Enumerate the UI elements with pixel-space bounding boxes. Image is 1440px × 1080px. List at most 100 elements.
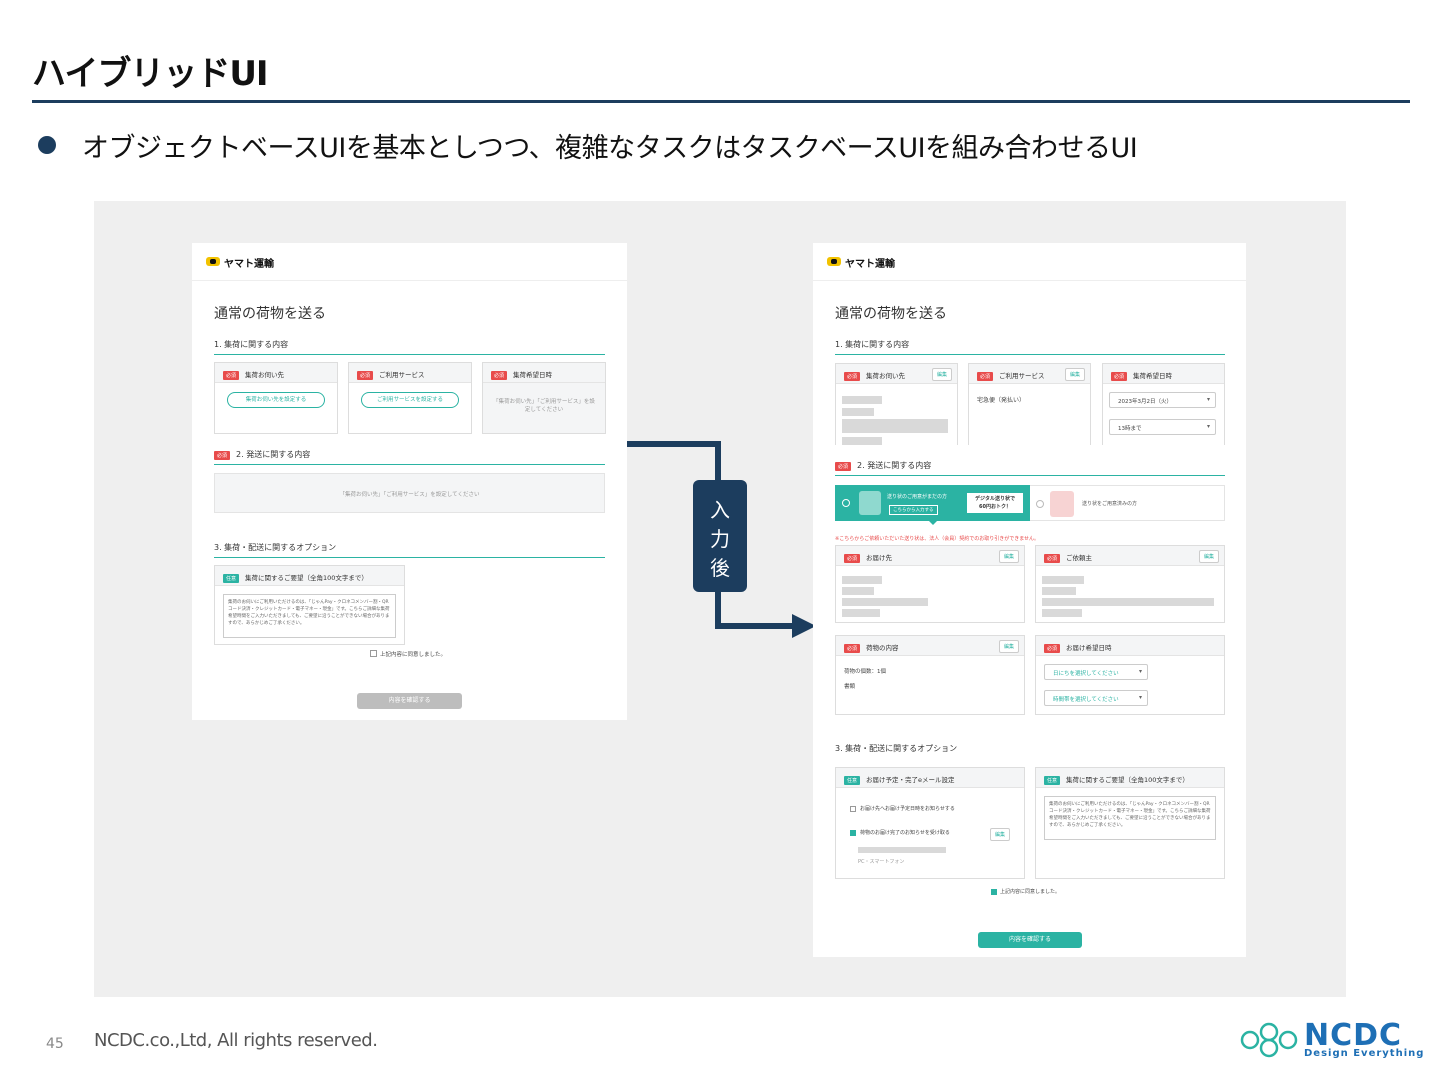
card-date: 必須集荷希望日時 2023年3月2日（火） 13時まで: [1102, 363, 1225, 445]
notify-device: PC・スマートフォン: [858, 859, 905, 865]
card-date-disabled: 必須 集荷希望日時 「集荷お伺い先」「ご利用サービス」を設定してください: [482, 362, 606, 434]
redacted-bar: [842, 408, 874, 416]
request-textarea[interactable]: 集荷のお伺いにご利用いただけるのは、「じゃんPay・クロネコメンバー割・QRコー…: [1044, 796, 1216, 840]
redacted-bar: [1042, 598, 1214, 606]
bullet-text: オブジェクトベースUIを基本としつつ、複雑なタスクはタスクベースUIを組み合わせ…: [82, 133, 1138, 164]
option-title: 送り状をご用意済みの方: [1082, 501, 1138, 507]
goods-count: 荷物の個数：1個: [844, 669, 886, 675]
required-tag: 必須: [835, 462, 852, 471]
service-value: 宅急便（発払い）: [977, 397, 1026, 404]
card-title: 集荷に関するご要望（全角100文字まで）: [245, 574, 368, 582]
slip-ready-illustration-icon: [1050, 491, 1074, 517]
redacted-bar: [842, 598, 928, 606]
card-goods: 必須 荷物の内容 編集 荷物の個数：1個 書類: [835, 635, 1025, 715]
page-title: 通常の荷物を送る: [835, 306, 947, 322]
after-screen: ヤマト運輸 通常の荷物を送る 1. 集荷に関する内容 必須 集荷お伺い先 編集 必須…: [813, 243, 1246, 957]
card-title: 集荷お伺い先: [245, 371, 285, 379]
bullet-dot-icon: [38, 136, 56, 154]
pickup-time-select[interactable]: 13時まで: [1109, 419, 1216, 435]
notify-label-1: お届け先へお届け予定日時をお知らせする: [860, 806, 955, 812]
card-title: ご依頼主: [1066, 554, 1093, 562]
card-service: 必須 ご利用サービス ご利用サービスを設定する: [348, 362, 472, 434]
arrow-label: 入力後: [710, 498, 730, 580]
redacted-bar: [858, 847, 946, 853]
notice-text: ※こちらからご依頼いただいた送り状は、法人（会員）契約でのお取り引きができません…: [835, 536, 1040, 542]
optional-tag: 任意: [844, 776, 861, 785]
page-number: 45: [46, 1036, 64, 1052]
section-2-placeholder: 「集荷お伺い先」「ご利用サービス」を設定してください: [214, 473, 605, 513]
optional-tag: 任意: [1044, 776, 1061, 785]
edit-button[interactable]: 編集: [989, 828, 1010, 841]
option-has-slip[interactable]: 送り状をご用意済みの方: [1030, 485, 1225, 521]
required-tag: 必須: [844, 554, 861, 563]
site-header: ヤマト運輸: [192, 243, 627, 281]
agree-label: 上記内容に同意しました。: [1000, 889, 1061, 895]
request-textarea[interactable]: 集荷のお伺いにご利用いただけるのは、「じゃんPay・クロネコメンバー割・QRコー…: [223, 594, 396, 638]
notify-label-2: 荷物のお届け完了のお知らせを受け取る: [860, 830, 950, 836]
required-tag: 必須: [357, 371, 374, 380]
before-screen: ヤマト運輸 通常の荷物を送る 1. 集荷に関する内容 必須 集荷お伺い先 集荷お伺…: [192, 243, 627, 720]
pointer-caret-icon: [928, 520, 938, 525]
confirm-button-disabled[interactable]: 内容を確認する: [357, 693, 462, 709]
card-email-notify: 任意 お届け予定・完了eメール設定 お届け先へお届け予定日時をお知らせする 荷物の…: [835, 767, 1025, 879]
set-service-button[interactable]: ご利用サービスを設定する: [361, 392, 459, 408]
card-pickup: 必須 集荷お伺い先 集荷お伺い先を設定する: [214, 362, 338, 434]
card-title: お届け先: [866, 554, 893, 562]
edit-button[interactable]: 編集: [1198, 550, 1219, 563]
required-tag: 必須: [1044, 644, 1061, 653]
section-2-hint: 「集荷お伺い先」「ご利用サービス」を設定してください: [339, 492, 480, 498]
promo-line-2: 60円おトク！: [979, 504, 1011, 510]
pickup-date-select[interactable]: 2023年3月2日（火）: [1109, 392, 1216, 408]
agree-checkbox-checked[interactable]: [991, 889, 997, 895]
required-tag: 必須: [491, 371, 508, 380]
edit-button[interactable]: 編集: [931, 368, 952, 381]
card-title: 集荷お伺い先: [866, 372, 906, 380]
ncdc-logo-icon: [1240, 1022, 1298, 1058]
delivery-time-select[interactable]: 時間帯を選択してください: [1044, 690, 1148, 706]
edit-button[interactable]: 編集: [998, 640, 1019, 653]
card-request: 任意 集荷に関するご要望（全角100文字まで） 集荷のお伺いにご利用いただけるのは…: [214, 565, 405, 645]
delivery-date-select[interactable]: 日にちを選択してください: [1044, 664, 1148, 680]
set-pickup-button[interactable]: 集荷お伺い先を設定する: [227, 392, 325, 408]
title-underline: [32, 100, 1410, 103]
redacted-bar: [842, 396, 882, 404]
card-destination: 必須 お届け先 編集: [835, 545, 1025, 623]
card-sender: 必須 ご依頼主 編集: [1035, 545, 1225, 623]
slide-title: ハイブリッドUI: [32, 54, 269, 94]
required-tag: 必須: [844, 644, 861, 653]
card-title: 集荷希望日時: [1133, 372, 1173, 380]
redacted-bar: [1042, 587, 1076, 595]
confirm-button[interactable]: 内容を確認する: [978, 932, 1082, 948]
card-service: 必須 ご利用サービス 編集 宅急便（発払い）: [968, 363, 1091, 445]
required-tag: 必須: [1044, 554, 1061, 563]
radio-selected-icon: [842, 499, 850, 507]
option-title: 送り状のご用意がまだの方: [887, 494, 948, 500]
redacted-bar: [842, 419, 948, 433]
section-3-title: 3. 集荷・配送に関するオプション: [835, 744, 958, 753]
edit-button[interactable]: 編集: [998, 550, 1019, 563]
required-tag: 必須: [844, 372, 861, 381]
radio-unselected-icon: [1036, 500, 1044, 508]
copyright: NCDC.co.,Ltd, All rights reserved.: [94, 1030, 378, 1051]
edit-button[interactable]: 編集: [1064, 368, 1085, 381]
option-no-slip[interactable]: 送り状のご用意がまだの方 こちらから入力する デジタル送り状で 60円おトク！: [835, 485, 1030, 525]
site-header: ヤマト運輸: [813, 243, 1246, 281]
agree-checkbox[interactable]: [370, 650, 377, 657]
notify-checkbox-2-checked[interactable]: [850, 830, 856, 836]
optional-tag: 任意: [223, 574, 240, 583]
card-title: 集荷に関するご要望（全角100文字まで）: [1066, 776, 1189, 784]
section-1-title: 1. 集荷に関する内容: [214, 339, 605, 355]
goods-type: 書類: [844, 684, 856, 690]
brand-tagline: Design Everything: [1304, 1048, 1425, 1059]
section-2-label: 2. 発送に関する内容: [236, 450, 311, 459]
option-subtitle: こちらから入力する: [889, 505, 938, 515]
required-tag: 必須: [1111, 372, 1128, 381]
redacted-bar: [842, 587, 874, 595]
redacted-bar: [1042, 609, 1082, 617]
card-title: ご利用サービス: [379, 371, 425, 379]
section-1-title: 1. 集荷に関する内容: [835, 339, 1225, 355]
card-delivery-date: 必須お届け希望日時 日にちを選択してください 時間帯を選択してください: [1035, 635, 1225, 715]
card-title: お届け予定・完了eメール設定: [866, 776, 955, 784]
notify-checkbox-1[interactable]: [850, 806, 856, 812]
required-tag: 必須: [223, 371, 240, 380]
